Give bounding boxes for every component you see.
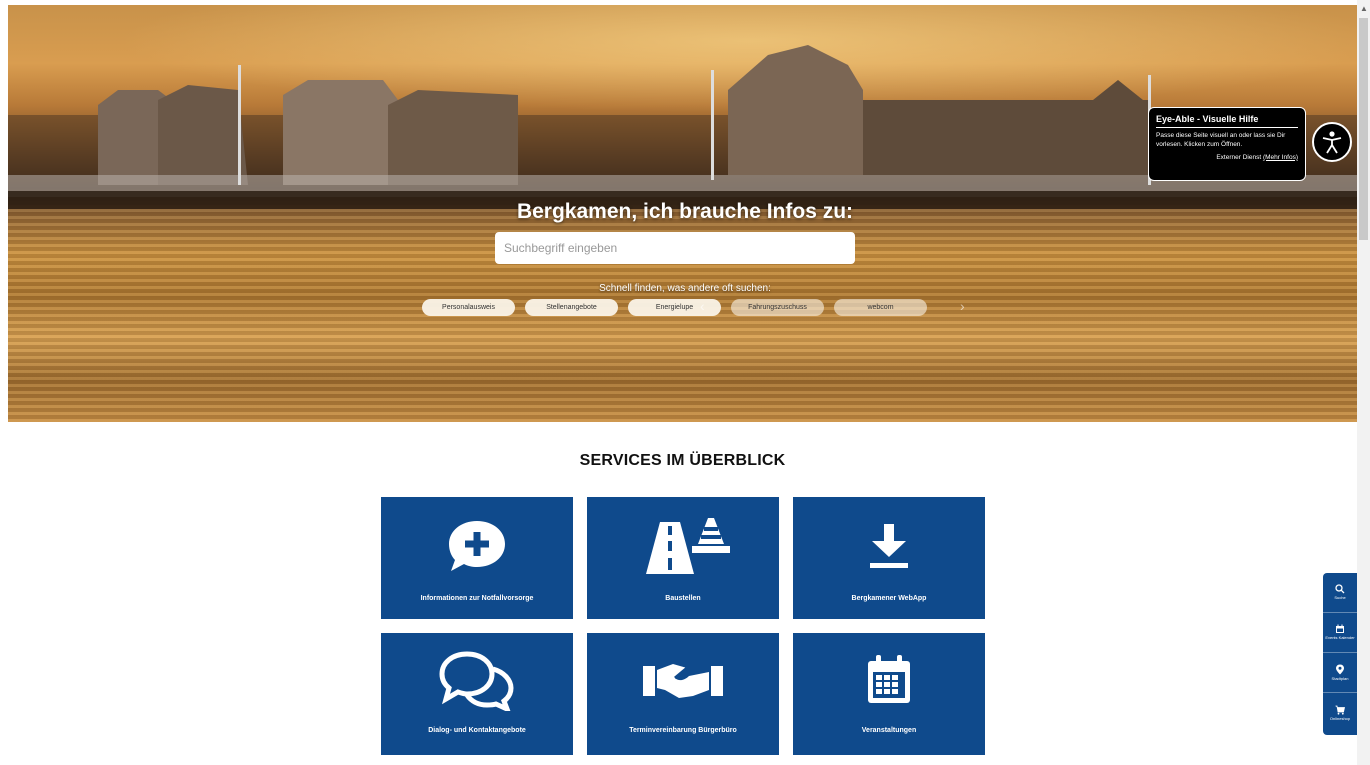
eyeable-tooltip: Eye-Able - Visuelle Hilfe Passe diese Se…	[1148, 107, 1306, 181]
quick-link-stellenangebote[interactable]: Stellenangebote	[525, 299, 618, 316]
side-item-search[interactable]: Suche	[1323, 573, 1357, 613]
calendar-icon	[1336, 624, 1344, 634]
eyeable-description: Passe diese Seite visuell an oder lass s…	[1156, 132, 1286, 148]
search-icon	[1335, 584, 1345, 594]
download-icon	[870, 524, 908, 568]
quick-search-caption: Schnell finden, was andere oft suchen:	[599, 283, 771, 294]
road-cone-icon	[646, 518, 730, 574]
side-item-label: Events Kalender	[1325, 635, 1355, 641]
accessibility-icon	[1322, 131, 1342, 154]
quick-links: Personalausweis Stellenangebote Energiel…	[422, 299, 927, 316]
carousel-next-icon[interactable]: ›	[960, 298, 965, 314]
scroll-up-icon[interactable]: ▲	[1360, 4, 1368, 13]
eyeable-more-info-link[interactable]: (Mehr Infos)	[1263, 154, 1298, 161]
services-title: SERVICES IM ÜBERBLICK	[579, 452, 786, 469]
eyeable-button[interactable]	[1312, 122, 1352, 162]
cart-icon	[1335, 705, 1345, 715]
service-tile-webapp[interactable]: Bergkamener WebApp	[793, 497, 985, 619]
eyeable-title: Eye-Able - Visuelle Hilfe	[1156, 114, 1298, 128]
service-tile-label: Veranstaltungen	[861, 727, 917, 734]
side-item-label: Onlineshop	[1329, 715, 1351, 721]
eyeable-external-prefix: Externer Dienst	[1216, 153, 1262, 161]
service-tile-dialog[interactable]: Dialog- und Kontaktangebote	[381, 633, 573, 755]
quick-link-energielupe[interactable]: Energielupe	[628, 299, 721, 316]
service-tile-baustellen[interactable]: Baustellen	[587, 497, 779, 619]
map-pin-icon	[1336, 664, 1344, 675]
service-tile-label: Terminvereinbarung Bürgerbüro	[629, 727, 737, 734]
service-tile-label: Dialog- und Kontaktangebote	[428, 727, 526, 734]
service-tile-veranstaltungen[interactable]: Veranstaltungen	[793, 633, 985, 755]
quick-link-fahrungszuschuss[interactable]: Fahrungszuschuss	[731, 299, 824, 316]
side-item-events[interactable]: Events Kalender	[1323, 613, 1357, 653]
hero-title: Bergkamen, ich brauche Infos zu:	[516, 200, 854, 223]
quick-link-webcom[interactable]: webcom	[834, 299, 927, 316]
service-tile-label: Bergkamener WebApp	[851, 595, 927, 602]
chat-plus-icon	[449, 521, 505, 571]
calendar-icon	[868, 655, 910, 703]
side-item-label: Stadtplan	[1331, 675, 1349, 681]
handshake-icon	[643, 664, 723, 698]
carousel-prev-icon[interactable]: ‹	[700, 298, 705, 314]
side-item-onlineshop[interactable]: Onlineshop	[1323, 693, 1357, 733]
service-tile-label: Baustellen	[665, 595, 701, 602]
chat-bubbles-icon	[439, 651, 514, 711]
eyeable-external: Externer Dienst (Mehr Infos)	[1156, 154, 1298, 161]
search-input[interactable]	[495, 232, 855, 264]
quick-link-personalausweis[interactable]: Personalausweis	[422, 299, 515, 316]
service-tile-termin[interactable]: Terminvereinbarung Bürgerbüro	[587, 633, 779, 755]
service-tile-notfallvorsorge[interactable]: Informationen zur Notfallvorsorge	[381, 497, 573, 619]
side-item-stadtplan[interactable]: Stadtplan	[1323, 653, 1357, 693]
side-toolbar: Suche Events Kalender Stadtplan Onlinesh…	[1323, 573, 1357, 735]
service-tile-label: Informationen zur Notfallvorsorge	[420, 595, 534, 602]
scrollbar-thumb[interactable]	[1359, 18, 1368, 240]
side-item-label: Suche	[1334, 595, 1346, 601]
